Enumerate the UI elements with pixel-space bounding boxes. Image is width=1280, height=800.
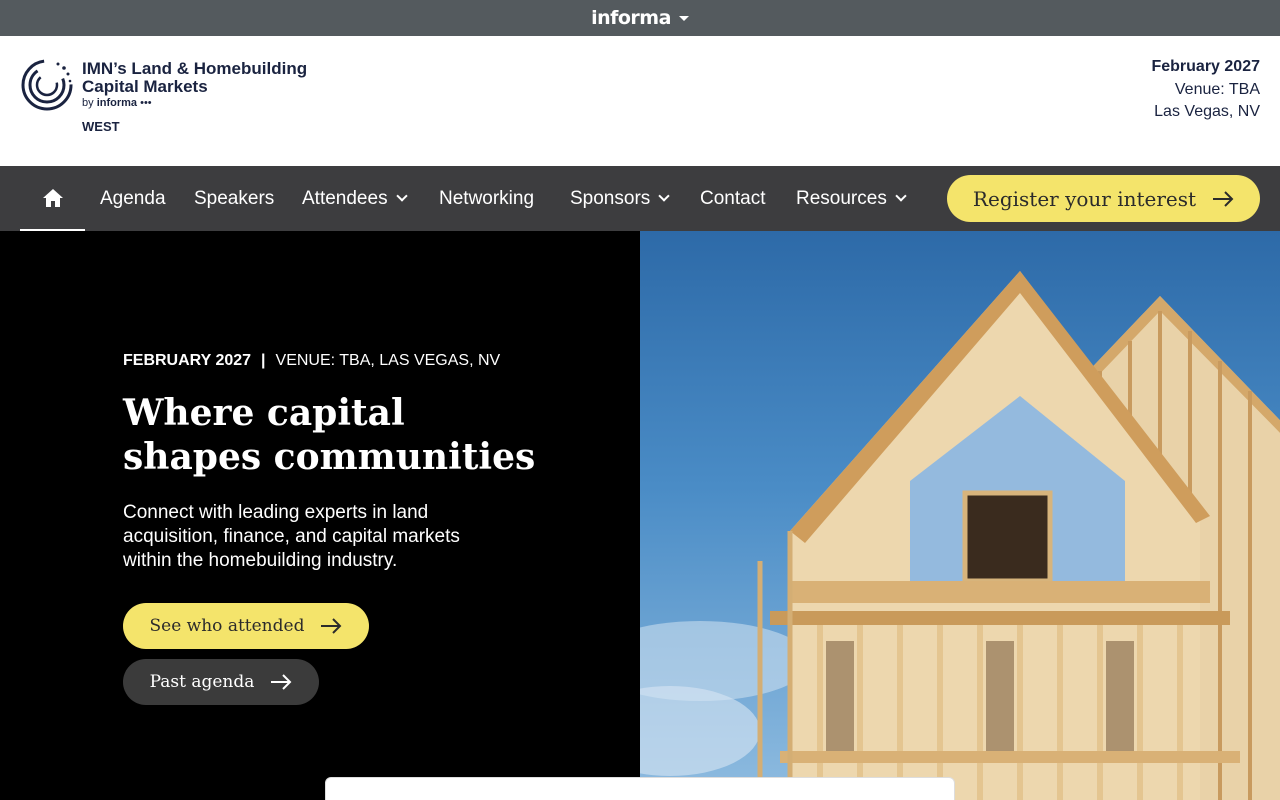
register-interest-button[interactable]: Register your interest [947, 175, 1260, 222]
see-who-attended-button[interactable]: See who attended [123, 603, 369, 649]
main-nav: Agenda Speakers Attendees Networking Spo… [0, 166, 1280, 231]
logo-by-prefix: by [82, 97, 94, 109]
nav-home[interactable] [20, 166, 85, 231]
event-logo[interactable]: IMN’s Land & Homebuilding Capital Market… [20, 58, 320, 148]
home-icon [42, 188, 63, 207]
chevron-down-icon [895, 190, 907, 202]
nav-item-label: Attendees [302, 187, 388, 209]
arrow-right-icon [321, 618, 342, 634]
nav-item-sponsors[interactable]: Sponsors [570, 166, 670, 231]
past-agenda-button[interactable]: Past agenda [123, 659, 319, 705]
chevron-down-icon [395, 190, 408, 202]
chevron-down-icon [658, 190, 670, 202]
hero-venue: VENUE: TBA, LAS VEGAS, NV [275, 352, 501, 369]
dots-icon: ••• [140, 97, 152, 109]
hero-description: Connect with leading experts in land acq… [123, 502, 460, 571]
event-location: Las Vegas, NV [1154, 103, 1260, 120]
logo-region: WEST [82, 119, 120, 134]
button-label: See who attended [149, 616, 305, 636]
nav-item-label: Resources [796, 187, 887, 209]
informa-brand[interactable]: informa [591, 7, 671, 29]
nav-item-label: Speakers [194, 187, 275, 209]
nav-item-label: Contact [700, 187, 766, 209]
nav-item-resources[interactable]: Resources [796, 166, 907, 231]
hero-date: FEBRUARY 2027 [123, 352, 252, 369]
logo-byline: by informa ••• [82, 97, 152, 109]
nav-item-label: Sponsors [570, 187, 651, 209]
nav-item-attendees[interactable]: Attendees [302, 166, 408, 231]
hero-section: FEBRUARY 2027 | VENUE: TBA, LAS VEGAS, NV … [0, 231, 640, 800]
event-venue: Venue: TBA [1174, 80, 1260, 98]
logo-by-brand: informa [96, 97, 138, 109]
informa-topbar[interactable]: informa [0, 0, 1280, 36]
site-header: IMN’s Land & Homebuilding Capital Market… [0, 36, 1280, 166]
hero-meta: FEBRUARY 2027 | VENUE: TBA, LAS VEGAS, NV [123, 352, 500, 370]
caret-down-icon[interactable] [678, 15, 689, 21]
hero-separator: | [261, 352, 266, 369]
hero-title: Where capital shapes communities [123, 392, 536, 478]
nav-item-contact[interactable]: Contact [700, 166, 765, 231]
logo-swirl-icon [21, 59, 73, 111]
nav-item-label: Networking [439, 187, 535, 209]
button-label: Past agenda [149, 672, 255, 692]
arrow-right-icon [1213, 190, 1234, 207]
house-frame-illustration [640, 271, 1280, 800]
nav-item-agenda[interactable]: Agenda [100, 166, 166, 231]
register-label: Register your interest [972, 186, 1197, 211]
content-card [325, 777, 955, 800]
nav-item-speakers[interactable]: Speakers [194, 166, 274, 231]
nav-item-label: Agenda [100, 187, 166, 209]
logo-title: IMN’s Land & Homebuilding Capital Market… [82, 59, 308, 96]
arrow-right-icon [271, 674, 292, 690]
hero-image-house-construction [640, 231, 1280, 800]
event-info: February 2027 Venue: TBA Las Vegas, NV [1151, 56, 1260, 124]
event-date: February 2027 [1151, 58, 1260, 75]
nav-item-networking[interactable]: Networking [439, 166, 534, 231]
